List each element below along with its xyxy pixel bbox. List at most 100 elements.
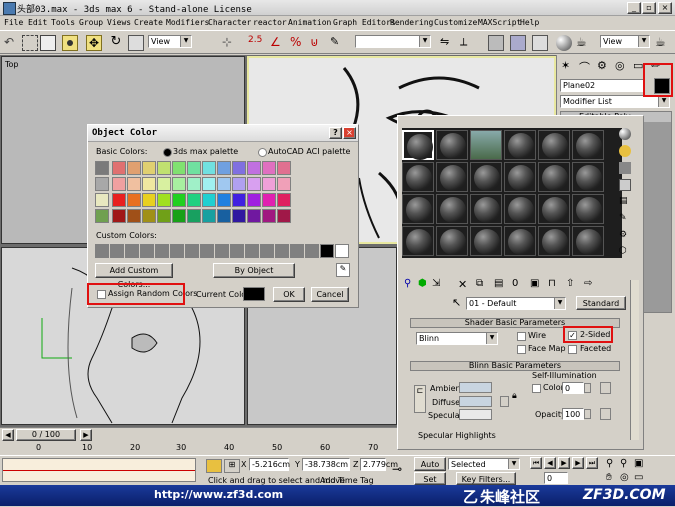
diffuse-swatch[interactable]	[459, 396, 492, 407]
palette-swatch[interactable]	[157, 193, 171, 207]
assign-material-icon[interactable]: ⇲	[432, 278, 448, 294]
specular-swatch[interactable]	[459, 409, 492, 420]
absolute-mode-icon[interactable]: ⊞	[224, 459, 240, 473]
menu-file[interactable]: File	[4, 18, 23, 27]
shader-dropdown[interactable]: Blinn ▼	[416, 332, 498, 345]
palette-swatch[interactable]	[127, 161, 141, 175]
lock-selection-icon[interactable]	[206, 459, 222, 473]
motion-tab-icon[interactable]: ◎	[615, 59, 631, 75]
align-icon[interactable]: ⟂	[460, 35, 476, 51]
select-icon[interactable]	[22, 35, 38, 51]
palette-swatch[interactable]	[202, 209, 216, 223]
palette-swatch[interactable]	[232, 193, 246, 207]
sample-slot[interactable]	[402, 226, 434, 256]
menu-modifiers[interactable]: Modifiers	[166, 18, 209, 27]
palette-swatch[interactable]	[142, 177, 156, 191]
palette-swatch[interactable]	[202, 161, 216, 175]
select-by-name-icon[interactable]	[40, 35, 56, 51]
custom-color-swatch[interactable]	[335, 244, 349, 258]
sample-slot[interactable]	[538, 226, 570, 256]
menu-animation[interactable]: Animation	[288, 18, 331, 27]
palette-swatch[interactable]	[95, 161, 109, 175]
angle-snap-icon[interactable]: ∠	[270, 35, 286, 51]
show-map-icon[interactable]: ▣	[530, 278, 546, 294]
track-bar[interactable]: 0 10 20 30 40 50 60 70	[0, 441, 397, 456]
add-time-tag[interactable]: Add Time Tag	[320, 476, 374, 485]
custom-color-swatch[interactable]	[170, 244, 184, 258]
palette-swatch[interactable]	[127, 177, 141, 191]
orbit-icon[interactable]: ◎	[620, 472, 629, 483]
maximize-button[interactable]: ▫	[642, 2, 656, 14]
sample-slot[interactable]	[538, 162, 570, 192]
z-coordinate-field[interactable]: 2.779cm	[360, 458, 398, 471]
custom-color-swatch[interactable]	[290, 244, 304, 258]
options-icon[interactable]: ⚙	[619, 230, 631, 242]
menu-rendering[interactable]: Rendering	[390, 18, 433, 27]
make-unique-icon[interactable]: ⧉	[476, 278, 492, 294]
sample-slot[interactable]	[402, 162, 434, 192]
ambient-swatch[interactable]	[459, 382, 492, 393]
palette-swatch[interactable]	[172, 177, 186, 191]
menu-customize[interactable]: Customize	[434, 18, 477, 27]
play-button[interactable]: ▶	[558, 457, 570, 469]
palette-swatch[interactable]	[142, 161, 156, 175]
move-icon[interactable]: ✥	[86, 35, 102, 51]
pan-icon[interactable]: ✋︎	[606, 472, 612, 483]
current-frame-field[interactable]: 0	[544, 472, 568, 484]
rotate-icon[interactable]: ↻	[108, 35, 124, 51]
wire-checkbox[interactable]	[517, 332, 526, 341]
zoom-all-icon[interactable]: ⚲	[620, 458, 627, 469]
sample-slot[interactable]	[470, 162, 502, 192]
custom-color-swatch[interactable]	[275, 244, 289, 258]
sample-slot[interactable]	[504, 226, 536, 256]
custom-color-swatch[interactable]	[125, 244, 139, 258]
menu-group[interactable]: Group	[79, 18, 103, 27]
curve-editor-icon[interactable]	[510, 35, 526, 51]
time-slider-thumb[interactable]: 0 / 100	[16, 429, 76, 441]
menu-help[interactable]: Help	[520, 18, 539, 27]
material-editor-icon[interactable]	[556, 35, 572, 51]
hierarchy-tab-icon[interactable]: ⚙	[597, 59, 613, 75]
sample-slot[interactable]	[538, 194, 570, 224]
self-illum-value[interactable]: 0	[562, 382, 591, 394]
menu-edit[interactable]: Edit	[28, 18, 47, 27]
faceted-checkbox[interactable]	[568, 345, 577, 354]
custom-color-swatch[interactable]	[95, 244, 109, 258]
diffuse-map-button[interactable]	[500, 396, 509, 407]
put-library-icon[interactable]: ▤	[494, 278, 510, 294]
lock-icon[interactable]: 🔒︎	[512, 391, 517, 401]
custom-color-swatch[interactable]	[155, 244, 169, 258]
snap-icon[interactable]: 2.5	[248, 35, 264, 51]
material-name-dropdown[interactable]: 01 - Default ▼	[466, 297, 566, 310]
add-custom-colors-button[interactable]: Add Custom Colors...	[95, 263, 173, 289]
custom-color-swatch[interactable]	[260, 244, 274, 258]
modify-tab-icon[interactable]: ⌒	[579, 59, 595, 75]
self-illum-color-checkbox[interactable]	[532, 384, 541, 393]
palette-swatch[interactable]	[232, 177, 246, 191]
palette-swatch[interactable]	[172, 209, 186, 223]
sample-slot[interactable]	[572, 226, 604, 256]
cancel-button[interactable]: Cancel	[311, 287, 349, 302]
menu-views[interactable]: Views	[107, 18, 131, 27]
selected-dropdown[interactable]: Selected ▼	[448, 458, 520, 470]
sample-slot[interactable]	[572, 194, 604, 224]
spinner-snap-icon[interactable]: ⊍	[310, 35, 326, 51]
set-key-button[interactable]: Set Key	[414, 472, 446, 498]
show-end-result-icon[interactable]: ⊓	[548, 278, 564, 294]
palette-swatch[interactable]	[95, 193, 109, 207]
maximize-viewport-icon[interactable]: ▭	[634, 472, 643, 483]
uv-tiling-icon[interactable]	[619, 179, 631, 191]
background-icon[interactable]	[619, 162, 631, 174]
palette-swatch[interactable]	[127, 193, 141, 207]
face-map-checkbox[interactable]	[517, 345, 526, 354]
palette-swatch[interactable]	[262, 161, 276, 175]
effects-channel-icon[interactable]: 0	[512, 278, 528, 294]
time-slider-left[interactable]: ◀	[2, 429, 14, 441]
create-tab-icon[interactable]: ✶	[561, 59, 577, 75]
palette-swatch[interactable]	[217, 161, 231, 175]
sample-slot[interactable]	[436, 226, 468, 256]
palette-swatch[interactable]	[157, 161, 171, 175]
palette-swatch[interactable]	[187, 193, 201, 207]
sample-slot-texture[interactable]	[470, 130, 502, 160]
material-scrollbar[interactable]	[630, 280, 639, 440]
